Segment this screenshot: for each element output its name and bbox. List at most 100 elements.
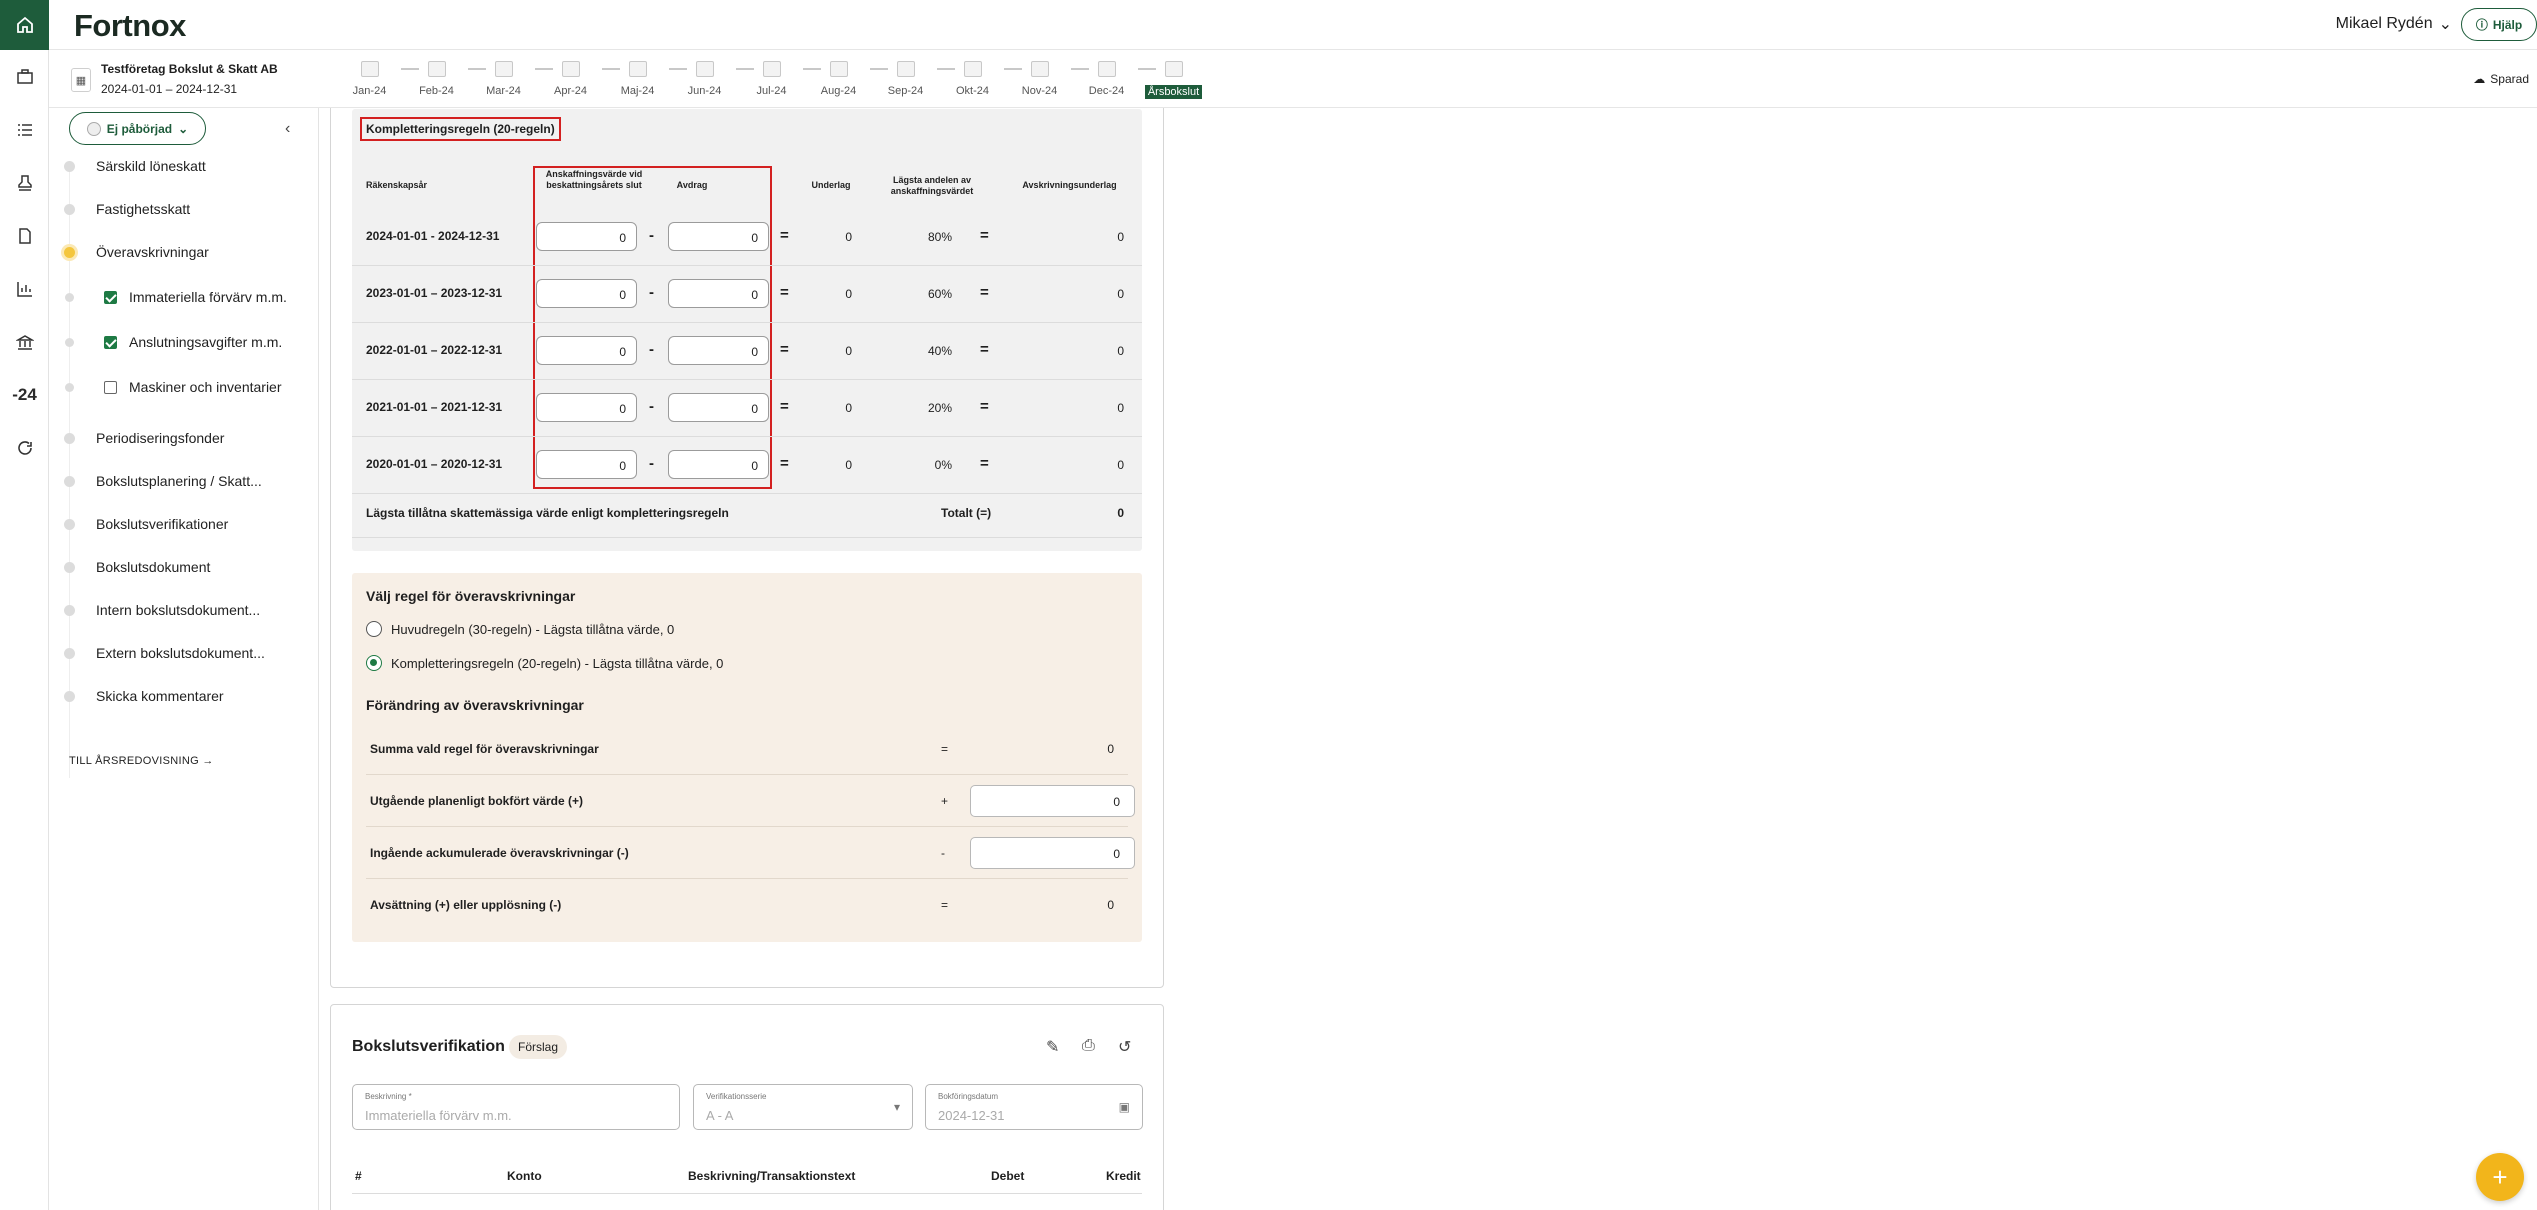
radio-label: Kompletteringsregeln (20-regeln) - Lägst… (391, 655, 724, 671)
company-period: 2024-01-01 – 2024-12-31 (101, 82, 238, 96)
komp-row: 2022-01-01 – 2022-12-31 0-0 = 0 40% = 0 (352, 323, 1142, 380)
refresh-icon[interactable] (0, 421, 49, 474)
checkbox[interactable] (104, 380, 117, 394)
acq-input[interactable]: 0 (536, 279, 637, 308)
month-step[interactable]: Årsbokslut (1140, 58, 1207, 100)
arsredovisning-link[interactable]: TILL ÅRSREDOVISNING → (69, 755, 214, 767)
saved-status: ☁ Sparad (2473, 72, 2529, 86)
col-header-year: Räkenskapsår (366, 180, 428, 190)
month-step[interactable]: Jul-24 (738, 58, 821, 97)
field-label: Verifikationsserie (706, 1092, 767, 1101)
month-step[interactable]: Nov-24 (1006, 58, 1089, 97)
sidebar: Ej påbörjad ⌄ ‹ Särskild löneskatt Fasti… (49, 108, 319, 1210)
checkbox-checked[interactable] (104, 335, 117, 349)
komplettering-panel: Kompletteringsregeln (20-regeln) Räkensk… (352, 109, 1142, 551)
month-icon (494, 61, 513, 77)
status-badge: Förslag (509, 1035, 568, 1059)
chart-icon[interactable] (0, 262, 49, 315)
sidebar-item-label: Särskild löneskatt (96, 158, 206, 174)
month-step[interactable]: Aug-24 (805, 58, 888, 97)
month-step[interactable]: Jan-24 (336, 58, 419, 97)
date-field[interactable]: Bokföringsdatum 2024-12-31 ▣ (925, 1084, 1143, 1130)
add-button[interactable]: + (2476, 1153, 2524, 1201)
month-step[interactable]: Apr-24 (537, 58, 620, 97)
home-button[interactable] (0, 0, 49, 50)
row-base: 0 (845, 458, 852, 472)
radio-label: Huvudregeln (30-regeln) - Lägsta tillåtn… (391, 621, 675, 637)
utgaende-input[interactable]: 0 (970, 785, 1135, 817)
radio-kompletteringsregeln[interactable]: Kompletteringsregeln (20-regeln) - Lägst… (366, 655, 723, 671)
acq-input[interactable]: 0 (536, 222, 637, 251)
month-step[interactable]: Okt-24 (939, 58, 1022, 97)
overavskrivningar-card: Kompletteringsregeln (20-regeln) Räkensk… (330, 108, 1164, 988)
month-label: Apr-24 (553, 85, 588, 97)
acq-input[interactable]: 0 (536, 450, 637, 479)
ingaende-input[interactable]: 0 (970, 837, 1135, 869)
month-step[interactable]: Jun-24 (671, 58, 754, 97)
home-icon (16, 16, 33, 33)
description-field[interactable]: Beskrivning * Immateriella förvärv m.m. (352, 1084, 680, 1130)
company-info[interactable]: ▦ Testföretag Bokslut & Skatt AB 2024-01… (71, 62, 278, 96)
month-step[interactable]: Dec-24 (1073, 58, 1156, 97)
help-button[interactable]: ⓘ Hjälp (2461, 8, 2537, 41)
ded-input[interactable]: 0 (668, 222, 769, 251)
step-dot (65, 382, 74, 392)
collapse-sidebar-icon[interactable]: ‹ (285, 120, 290, 138)
briefcase-icon[interactable] (0, 50, 49, 103)
acq-input[interactable]: 0 (536, 336, 637, 365)
help-label: Hjälp (2492, 17, 2523, 32)
ded-input[interactable]: 0 (668, 279, 769, 308)
ded-input[interactable]: 0 (668, 336, 769, 365)
row-label: Ingående ackumulerade överavskrivningar … (370, 846, 629, 860)
month-step[interactable]: Feb-24 (403, 58, 486, 97)
step-dot (64, 604, 75, 616)
month-timeline: Jan-24 Feb-24 Mar-24 Apr-24 Maj-24 Jun-24 Jul-… (336, 58, 1207, 100)
equals-sign: = (980, 455, 989, 472)
table-divider (352, 1193, 1142, 1194)
step-dot (64, 518, 75, 530)
edit-icon[interactable]: ✎ (1046, 1037, 1059, 1057)
sidebar-item-label: Maskiner och inventarier (129, 379, 282, 395)
radio-circle[interactable] (366, 621, 382, 637)
row-year: 2021-01-01 – 2021-12-31 (366, 400, 503, 414)
row-base: 0 (845, 401, 852, 415)
komp-sum-row: Lägsta tillåtna skattemässiga värde enli… (352, 488, 1142, 538)
document-icon[interactable] (0, 209, 49, 262)
col-header-ded: Avdrag (676, 180, 708, 190)
row-year: 2024-01-01 - 2024-12-31 (366, 229, 500, 243)
status-dropdown[interactable]: Ej påbörjad ⌄ (69, 112, 206, 145)
status-icon (86, 121, 101, 136)
col-header-debet: Debet (991, 1169, 1025, 1183)
row-base: 0 (845, 287, 852, 301)
month-icon (829, 61, 848, 77)
row-pct: 20% (927, 401, 952, 415)
series-select[interactable]: Verifikationsserie A - A ▾ (693, 1084, 913, 1130)
stamp-icon[interactable] (0, 156, 49, 209)
checkbox-checked[interactable] (104, 290, 117, 304)
total-value: 0 (1117, 506, 1124, 520)
acq-input[interactable]: 0 (536, 393, 637, 422)
radio-circle-selected[interactable] (366, 655, 382, 671)
radio-huvudregeln[interactable]: Huvudregeln (30-regeln) - Lägsta tillåtn… (366, 621, 674, 637)
month-step[interactable]: Mar-24 (470, 58, 553, 97)
list-icon[interactable] (0, 103, 49, 156)
month-icon (561, 61, 580, 77)
row-operator: = (941, 742, 949, 756)
ded-input[interactable]: 0 (668, 393, 769, 422)
calendar-icon[interactable]: ▣ (1119, 1100, 1130, 1114)
month-label: Feb-24 (419, 85, 454, 97)
history-icon[interactable]: ↺ (1118, 1037, 1131, 1057)
print-icon[interactable]: ⎙ (1082, 1037, 1095, 1055)
user-menu[interactable]: Mikael Rydén ⌄ (2336, 14, 2452, 34)
ded-input[interactable]: 0 (668, 450, 769, 479)
bank-icon[interactable] (0, 315, 49, 368)
logo[interactable]: Fortnox (74, 8, 186, 44)
equals-sign: = (780, 341, 789, 358)
month-icon (1097, 61, 1116, 77)
month-step[interactable]: Sep-24 (872, 58, 955, 97)
step-dot (64, 432, 75, 444)
month-step[interactable]: Maj-24 (604, 58, 687, 97)
year-button[interactable]: -24 (0, 368, 49, 421)
row-pct: 40% (927, 344, 952, 358)
step-dot (64, 203, 75, 215)
